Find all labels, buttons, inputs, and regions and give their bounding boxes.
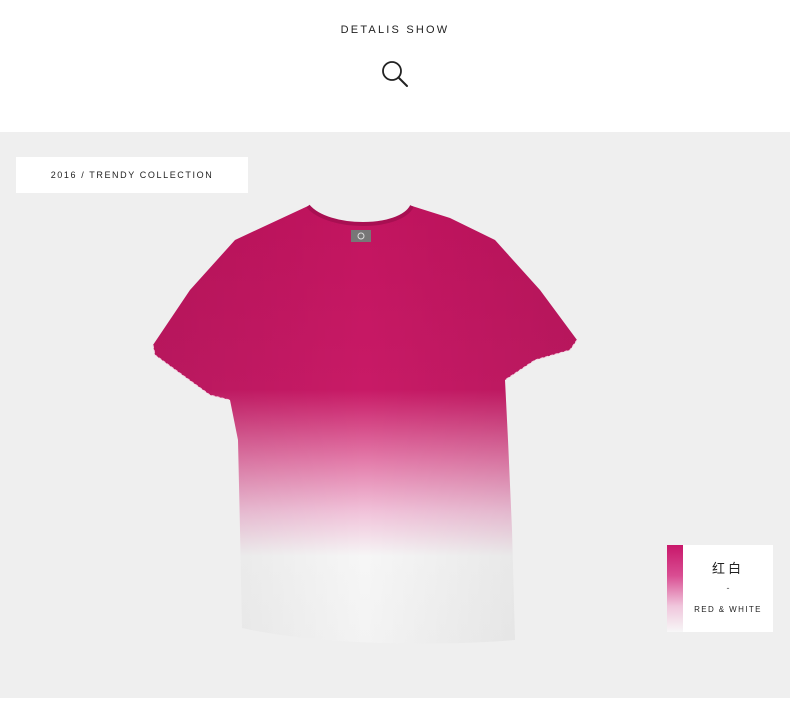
header: DETALIS SHOW	[0, 0, 790, 132]
tshirt-gradient-image	[152, 204, 578, 644]
color-separator: -	[726, 583, 730, 593]
color-swatch	[667, 545, 683, 632]
bottom-strip	[0, 698, 790, 711]
collection-tag: 2016 / TRENDY COLLECTION	[16, 157, 248, 193]
color-card: 红白 - RED & WHITE	[667, 545, 773, 632]
section-title: DETALIS SHOW	[340, 24, 450, 36]
search-icon[interactable]	[380, 59, 410, 89]
neck-label	[351, 230, 371, 242]
color-name-cn: 红白	[711, 562, 744, 577]
color-name-en: RED & WHITE	[694, 605, 762, 614]
